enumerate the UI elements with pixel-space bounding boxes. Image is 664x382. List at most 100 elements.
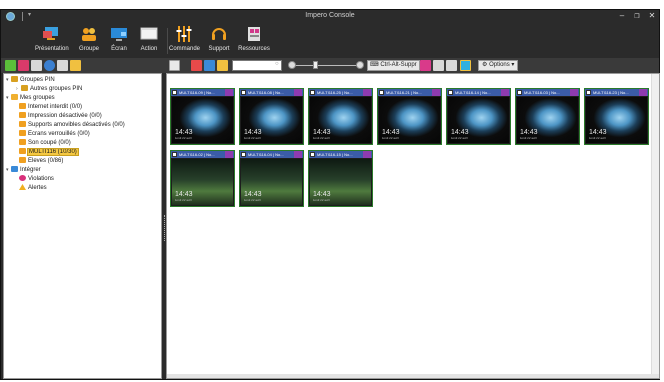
- status-badge: [225, 89, 233, 96]
- support-headset-icon: [210, 25, 228, 43]
- ribbon-command-button[interactable]: Commande: [169, 25, 200, 52]
- tree-item-internet-interdit[interactable]: Internet interdit (0/0): [19, 103, 82, 112]
- info-icon[interactable]: [44, 60, 55, 71]
- tree-item-groupes-pin[interactable]: ▾ Groupes PIN: [6, 76, 55, 85]
- ribbon-group-button[interactable]: Groupe: [77, 25, 101, 52]
- ribbon-screen-button[interactable]: Écran: [108, 25, 130, 52]
- tree-item-multi116[interactable]: MULTI116 (10/30): [19, 148, 79, 157]
- computer-thumbnail[interactable]: MULTI116-23 | No... 14:43 lundi 22 avril: [584, 88, 649, 145]
- tree-item-supports-amovibles[interactable]: Supports amovibles désactivés (0/0): [19, 121, 125, 130]
- ribbon-support-button[interactable]: Support: [206, 25, 232, 52]
- computer-thumbnail[interactable]: MULTI116-08 | No... 14:43 lundi 22 avril: [239, 88, 304, 145]
- screen-preview[interactable]: 14:43 lundi 22 avril: [379, 97, 440, 143]
- lock-screen-icon[interactable]: [420, 60, 431, 71]
- ribbon-resources-button[interactable]: Ressources: [237, 25, 271, 52]
- lockscreen-date: lundi 22 avril: [175, 198, 192, 202]
- zoom-slider-track[interactable]: [293, 65, 357, 66]
- thumbnail-checkbox[interactable]: [172, 152, 177, 157]
- zoom-out-icon[interactable]: [288, 61, 296, 69]
- tree-item-integrer[interactable]: ▾ Intégrer: [6, 166, 41, 175]
- restore-button[interactable]: ❐: [631, 13, 643, 20]
- computer-thumbnail[interactable]: MULTI116-14 | No... 14:43 lundi 22 avril: [446, 88, 511, 145]
- search-clear-icon[interactable]: ○: [275, 61, 279, 67]
- computer-thumbnail[interactable]: MULTI116-04 | No... 14:43 lundi 22 avril: [239, 150, 304, 207]
- deselect-icon[interactable]: [191, 60, 202, 71]
- status-badge: [294, 151, 302, 158]
- thumbnail-checkbox[interactable]: [517, 90, 522, 95]
- group-filter-icon[interactable]: [217, 60, 228, 71]
- thumbnail-checkbox[interactable]: [310, 152, 315, 157]
- thumbnail-checkbox[interactable]: [379, 90, 384, 95]
- tree-item-son-coupe[interactable]: Son coupé (0/0): [19, 139, 71, 148]
- remove-group-icon[interactable]: [18, 60, 29, 71]
- thumbnail-label: MULTI116-14 | No...: [455, 90, 491, 95]
- tree-item-violations[interactable]: Violations: [19, 175, 54, 184]
- tree-item-mes-groupes[interactable]: ▾ Mes groupes: [6, 94, 55, 103]
- screen-preview[interactable]: 14:43 lundi 22 avril: [448, 97, 509, 143]
- screen-preview[interactable]: 14:43 lundi 22 avril: [172, 159, 233, 205]
- ctrl-alt-del-button[interactable]: ⌨ Ctrl-Alt-Suppr: [367, 60, 420, 71]
- computer-thumbnail[interactable]: MULTI116-15 | No... 14:43 lundi 22 avril: [308, 150, 373, 207]
- status-badge: [225, 151, 233, 158]
- zoom-in-icon[interactable]: [356, 61, 364, 69]
- screen-preview[interactable]: 14:43 lundi 22 avril: [586, 97, 647, 143]
- ribbon-action-button[interactable]: Action: [137, 25, 161, 52]
- computer-thumbnail[interactable]: MULTI116-03 | No... 14:43 lundi 22 avril: [515, 88, 580, 145]
- lockscreen-date: lundi 22 avril: [451, 136, 468, 140]
- tree-item-autres-groupes-pin[interactable]: › Autres groupes PIN: [16, 85, 82, 94]
- vertical-scrollbar[interactable]: [651, 74, 659, 378]
- select-dropdown-icon[interactable]: [182, 60, 188, 71]
- screen-preview[interactable]: 14:43 lundi 22 avril: [517, 97, 578, 143]
- thumbnail-checkbox[interactable]: [310, 90, 315, 95]
- computer-thumbnail[interactable]: MULTI116-21 | No... 14:43 lundi 22 avril: [377, 88, 442, 145]
- group-users-icon: [19, 130, 26, 136]
- window-icon[interactable]: [446, 60, 457, 71]
- tree-item-impression-desactivee[interactable]: Impression désactivée (0/0): [19, 112, 102, 121]
- cut-icon[interactable]: [57, 60, 68, 71]
- thumbnail-label: MULTI116-03 | No...: [524, 90, 560, 95]
- thumbnail-checkbox[interactable]: [241, 152, 246, 157]
- monitor-icon[interactable]: [433, 60, 444, 71]
- edit-group-icon[interactable]: [31, 60, 42, 71]
- thumbnail-checkbox[interactable]: [586, 90, 591, 95]
- thumbnail-checkbox[interactable]: [448, 90, 453, 95]
- add-group-icon[interactable]: [5, 60, 16, 71]
- minimize-button[interactable]: –: [616, 11, 628, 20]
- screen-preview[interactable]: 14:43 lundi 22 avril: [310, 159, 371, 205]
- screen-preview[interactable]: 14:43 lundi 22 avril: [310, 97, 371, 143]
- computer-thumbnail[interactable]: MULTI116-09 | No... 14:43 lundi 22 avril: [170, 88, 235, 145]
- thumbnail-checkbox[interactable]: [172, 90, 177, 95]
- lockscreen-time: 14:43: [244, 129, 262, 136]
- thumbnail-label: MULTI116-04 | No...: [248, 152, 284, 157]
- properties-icon[interactable]: [70, 60, 81, 71]
- tree-item-alertes[interactable]: Alertes: [19, 184, 47, 193]
- group-users-icon: [19, 103, 26, 109]
- screen-preview[interactable]: 14:43 lundi 22 avril: [241, 97, 302, 143]
- computer-thumbnail[interactable]: MULTI116-25 | No... 14:43 lundi 22 avril: [308, 88, 373, 145]
- zoom-slider-thumb[interactable]: [313, 61, 318, 69]
- group-users-icon: [19, 121, 26, 127]
- thumbnail-label: MULTI116-08 | No...: [248, 90, 284, 95]
- gear-icon: ⚙: [482, 62, 488, 68]
- select-all-icon[interactable]: [169, 60, 180, 71]
- lockscreen-time: 14:43: [520, 129, 538, 136]
- close-button[interactable]: ✕: [646, 11, 658, 20]
- computer-thumbnail[interactable]: MULTI116-02 | No... 14:43 lundi 22 avril: [170, 150, 235, 207]
- filter-icon[interactable]: [204, 60, 215, 71]
- screen-preview[interactable]: 14:43 lundi 22 avril: [241, 159, 302, 205]
- splitter-grip[interactable]: [164, 215, 165, 241]
- tree-item-ecrans-verrouilles[interactable]: Ecrans verrouillés (0/0): [19, 130, 90, 139]
- lockscreen-date: lundi 22 avril: [244, 136, 261, 140]
- ribbon-presentation-button[interactable]: Présentation: [35, 25, 69, 52]
- pin-group-icon: [21, 85, 28, 91]
- thumbnail-view-icon[interactable]: [460, 60, 471, 71]
- group-users-icon: [19, 139, 26, 145]
- lockscreen-date: lundi 22 avril: [520, 136, 537, 140]
- options-button[interactable]: ⚙ Options ▾: [478, 60, 519, 71]
- pin-group-icon: [11, 76, 18, 82]
- lockscreen-time: 14:43: [589, 129, 607, 136]
- secondary-toolbar: ○ ⌨ Ctrl-Alt-Suppr ⚙ Options ▾: [1, 58, 659, 73]
- screen-preview[interactable]: 14:43 lundi 22 avril: [172, 97, 233, 143]
- thumbnail-checkbox[interactable]: [241, 90, 246, 95]
- tree-item-eleves[interactable]: Eleves (0/86): [19, 157, 63, 166]
